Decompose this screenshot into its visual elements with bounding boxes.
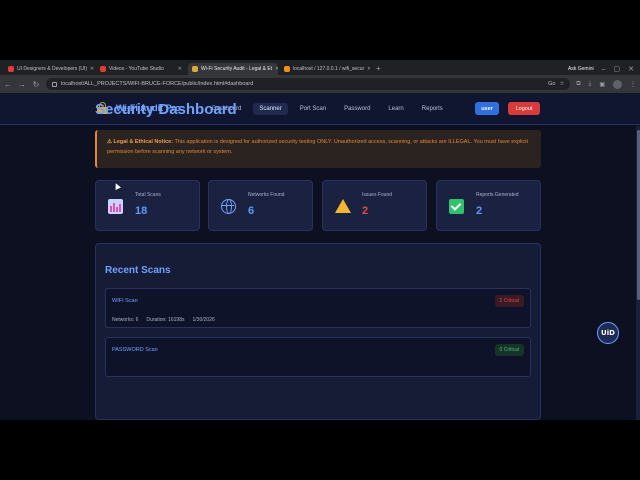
stat-label: Issues Found (362, 192, 393, 198)
chart-icon (108, 199, 123, 214)
stat-card-issues-found: Issues Found 2 (322, 180, 427, 231)
logout-button[interactable]: Logout (508, 102, 540, 115)
tab-title: UI Designers & Developers (UI) (17, 66, 88, 72)
browser-tab[interactable]: UI Designers & Developers (UI) ✕ (4, 63, 94, 75)
nav-reports[interactable]: Reports (416, 103, 449, 115)
close-icon[interactable]: ✕ (275, 66, 278, 72)
bookmark-star-icon[interactable]: ☆ (559, 81, 564, 87)
browser-tab[interactable]: Videos - YouTube Studio ✕ (96, 63, 186, 75)
main-nav: Dashboard Scanner Port Scan Password Lea… (206, 103, 455, 115)
close-icon[interactable]: ✕ (90, 66, 94, 72)
tab-title: Wi-Fi Security Audit - Legal & Et (201, 66, 273, 72)
stat-value: 2 (476, 205, 483, 217)
close-window-icon[interactable]: ✕ (628, 65, 634, 73)
avatar[interactable] (613, 79, 622, 89)
list-item[interactable]: PASSWORD Scan 0 Critical (105, 337, 531, 377)
nav-password[interactable]: Password (338, 103, 376, 115)
nav-port-scan[interactable]: Port Scan (294, 103, 332, 115)
minimize-icon[interactable]: – (602, 66, 606, 73)
stat-card-reports-generated: Reports Generated 2 (436, 180, 541, 231)
recent-scans-panel: Recent Scans WIFI Scan 2 Critical Networ… (95, 243, 541, 420)
stat-value: 18 (135, 205, 148, 217)
extensions-icon[interactable]: ⧉ (576, 81, 580, 88)
scan-meta: Networks: 6 Duration: 16198s 1/30/2026 (112, 317, 215, 323)
tab-search-icon[interactable]: ▣ (599, 81, 605, 88)
scan-duration: Duration: 16198s (146, 317, 185, 323)
status-badge: 0 Critical (494, 344, 524, 356)
check-icon (449, 199, 464, 214)
new-tab-button[interactable]: + (372, 63, 385, 75)
zoom-indicator[interactable]: Go (548, 81, 555, 87)
url-text: localhost/ALL_PROJECTS/WIFI-BRUCE-FORCE/… (61, 81, 254, 87)
scan-name[interactable]: PASSWORD Scan (112, 347, 158, 353)
page-title: Security Dashboard (95, 101, 237, 118)
browser-tab-active[interactable]: Wi-Fi Security Audit - Legal & Et ✕ (188, 63, 278, 75)
maximize-icon[interactable]: ▢ (614, 65, 621, 73)
list-item[interactable]: WIFI Scan 2 Critical Networks: 6 Duratio… (105, 288, 531, 328)
tab-strip: UI Designers & Developers (UI) ✕ Videos … (0, 60, 640, 75)
recent-scans-title: Recent Scans (105, 265, 171, 276)
globe-icon (221, 199, 236, 214)
reload-icon[interactable]: ↻ (32, 80, 40, 89)
close-icon[interactable]: ✕ (367, 66, 370, 72)
stat-label: Total Scans (135, 192, 161, 198)
close-icon[interactable]: ✕ (178, 66, 182, 72)
site-info-icon[interactable] (52, 81, 57, 87)
back-icon[interactable]: ← (4, 80, 12, 89)
forward-icon[interactable]: → (18, 80, 26, 89)
youtube-icon (8, 66, 14, 72)
stats-row: Total Scans 18 Networks Found 6 Issues F… (95, 180, 541, 231)
nav-learn[interactable]: Learn (382, 103, 409, 115)
stat-label: Reports Generated (476, 192, 519, 198)
browser-tab[interactable]: localhost / 127.0.0.1 / wifi_secur ✕ (280, 63, 370, 75)
download-icon[interactable]: ⤓ (589, 81, 592, 88)
tab-title: Videos - YouTube Studio (109, 66, 164, 72)
tab-title: localhost / 127.0.0.1 / wifi_secur (293, 66, 365, 72)
uid-logo: UiD (597, 322, 619, 344)
address-bar: ← → ↻ localhost/ALL_PROJECTS/WIFI-BRUCE-… (0, 75, 640, 93)
database-icon (284, 66, 290, 72)
ask-gemini-button[interactable]: Ask Gemini (568, 66, 594, 72)
menu-icon[interactable]: ⋮ (630, 81, 636, 88)
stat-label: Networks Found (248, 192, 285, 198)
stat-value: 6 (248, 205, 255, 217)
warning-icon (335, 199, 351, 213)
scan-name[interactable]: WIFI Scan (112, 298, 138, 304)
status-badge: 2 Critical (494, 295, 524, 307)
stat-card-networks-found: Networks Found 6 (208, 180, 313, 231)
user-button[interactable]: user (475, 102, 499, 115)
lock-icon (192, 66, 198, 72)
legal-notice: ⚠ Legal & Ethical Notice: This applicati… (95, 130, 541, 168)
stat-value: 2 (362, 205, 369, 217)
nav-scanner[interactable]: Scanner (253, 103, 288, 115)
youtube-icon (100, 66, 106, 72)
notice-heading: ⚠ Legal & Ethical Notice: (107, 139, 174, 145)
scan-date: 1/30/2026 (192, 317, 215, 323)
url-input[interactable]: localhost/ALL_PROJECTS/WIFI-BRUCE-FORCE/… (46, 78, 571, 90)
scan-networks: Networks: 6 (112, 317, 139, 323)
stat-card-total-scans: Total Scans 18 (95, 180, 200, 231)
